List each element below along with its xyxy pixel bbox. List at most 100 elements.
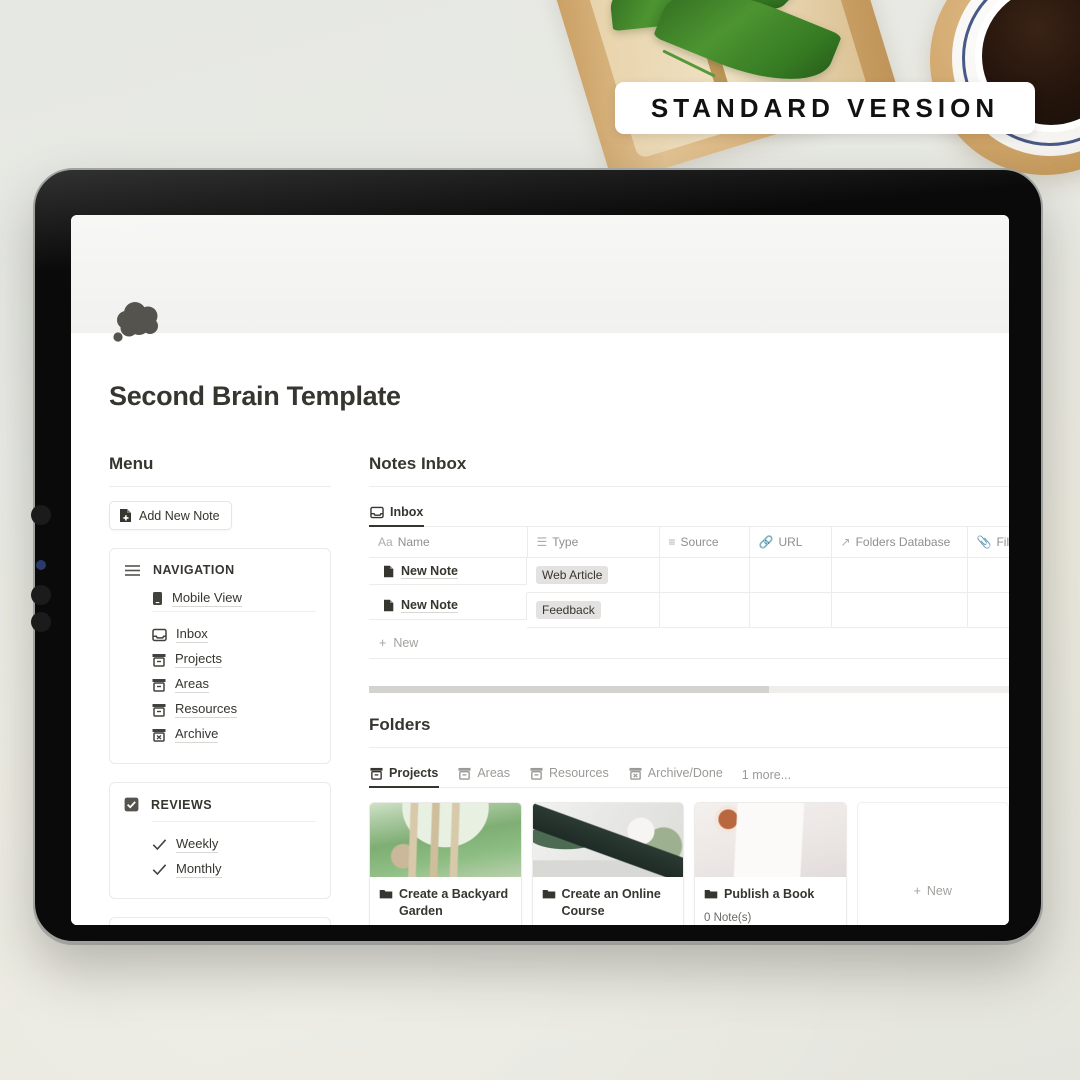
note-name: New Note [401,598,458,613]
tabs-more-button[interactable]: 1 more... [742,768,791,782]
sidebar-item-label: Resources [175,701,238,718]
sidebar-item-label: Archive [175,726,219,743]
cell-name[interactable]: New Note [369,558,527,585]
group-header: NAVIGATION [124,563,316,577]
group-header: REVIEWS [124,797,316,812]
tab-label: Areas [477,766,510,780]
column-header-name[interactable]: Aa Name [369,527,528,558]
tab-label: Archive/Done [647,766,723,780]
folder-card[interactable]: Create an Online Course 0 Note(s) Active [531,802,684,925]
cell-type[interactable]: Web Article [527,557,660,593]
sidebar-item-projects[interactable]: Projects [124,647,316,672]
tab-archive-done[interactable]: Archive/Done [628,762,724,787]
sidebar-item-archive[interactable]: Archive [124,722,316,747]
tab-resources[interactable]: Resources [529,762,610,787]
card-body: Publish a Book 0 Note(s) Active [695,877,846,925]
column-label: Folders Database [855,535,951,549]
content-column: Notes Inbox Inbox Aa Name ☰ Type ≡ Sourc… [369,454,1009,925]
card-body: Create a Backyard Garden 1 Note(s) Activ… [370,877,521,925]
add-new-note-label: Add New Note [139,508,220,523]
sidebar-item-areas[interactable]: Areas [124,672,316,697]
card-image-book [695,803,846,877]
column-label: URL [778,535,803,549]
group-separator [152,611,316,612]
table-row[interactable]: New Note Web Article [369,557,1009,593]
table-row[interactable]: New Note Feedback [369,592,1009,628]
sidebar-item-label: Areas [175,676,209,693]
archive-box-icon [370,767,383,780]
cell-url[interactable] [749,592,832,628]
cell-source[interactable] [659,592,750,628]
inbox-tray-icon [370,506,384,518]
folder-icon [379,890,393,899]
column-label: Files & M [996,535,1009,549]
tablet-volume-down-button[interactable] [31,612,51,632]
tablet-screen: Second Brain Template Menu Add New Note … [71,215,1009,925]
column-header-source[interactable]: ≡ Source [659,527,750,558]
tab-label: Resources [549,766,609,780]
add-new-folder-card[interactable]: + New [856,802,1009,925]
sidebar-item-resources[interactable]: Resources [124,697,316,722]
group-separator [152,821,316,822]
column-header-url[interactable]: 🔗 URL [749,527,832,558]
cell-source[interactable] [659,557,750,593]
archive-x-icon [152,728,166,742]
menu-heading: Menu [109,454,154,473]
sidebar-item-label: Monthly [176,861,222,878]
standard-version-label: STANDARD VERSION [650,92,1000,123]
horizontal-scrollbar[interactable] [369,686,1009,693]
column-header-folders-database[interactable]: ↗ Folders Database [831,527,968,558]
cell-url[interactable] [749,557,832,593]
add-new-row-button[interactable]: + New [369,628,1009,659]
cell-files[interactable] [967,592,1009,628]
column-header-files[interactable]: 📎 Files & M [967,527,1009,558]
tab-projects[interactable]: Projects [369,762,440,788]
folder-card[interactable]: Publish a Book 0 Note(s) Active [694,802,847,925]
tablet-volume-up-button[interactable] [31,585,51,605]
archive-box-icon [530,767,543,780]
text-lines-icon: ≡ [668,535,676,549]
hamburger-icon [125,564,140,576]
plus-icon: + [913,883,921,898]
paperclip-icon: 📎 [976,535,992,549]
archive-box-icon [152,678,166,692]
cell-folders[interactable] [831,557,968,593]
column-header-type[interactable]: ☰ Type [527,527,660,558]
add-new-note-button[interactable]: Add New Note [109,501,232,530]
folder-icon [542,890,555,899]
card-note-count: 0 Note(s) [704,911,752,924]
sidebar-item-weekly[interactable]: Weekly [124,832,316,857]
tab-label: Inbox [390,505,424,519]
new-row-label: New [393,636,419,650]
group-label: NAVIGATION [153,563,235,577]
folder-card[interactable]: Create a Backyard Garden 1 Note(s) Activ… [369,802,522,925]
folders-gallery: Create a Backyard Garden 1 Note(s) Activ… [369,802,1009,925]
mobile-icon [153,592,162,605]
tab-inbox[interactable]: Inbox [369,501,425,527]
sidebar-item-mobile-view[interactable]: Mobile View [124,586,316,611]
tablet-side-button[interactable] [31,505,51,525]
scrollbar-thumb[interactable] [369,686,769,693]
sidebar-group-reviews: REVIEWS Weekly Monthly [109,782,331,899]
page-icon [384,565,394,577]
cell-type[interactable]: Feedback [527,592,660,628]
note-plus-icon [120,509,131,522]
sidebar-item-monthly[interactable]: Monthly [124,857,316,882]
archive-box-icon [458,767,471,780]
notes-inbox-table: Aa Name ☰ Type ≡ Source 🔗 URL ↗ Folders … [369,527,1009,628]
card-image-laptop [532,803,683,877]
sidebar-item-label: Weekly [176,836,219,853]
cell-name[interactable]: New Note [369,592,527,620]
folders-divider [369,747,1009,748]
sidebar-item-inbox[interactable]: Inbox [124,622,316,647]
cell-folders[interactable] [831,592,968,628]
card-image-garden [370,803,521,877]
archive-box-icon [152,703,166,717]
group-label: REVIEWS [151,797,213,812]
checkbox-icon [124,797,139,812]
sidebar-group-navigation: NAVIGATION Mobile View Inbox Projects Ar… [109,548,331,764]
cell-files[interactable] [967,557,1009,593]
type-tag: Web Article [536,566,609,584]
card-title: Publish a Book [724,887,815,901]
tab-areas[interactable]: Areas [457,762,511,787]
